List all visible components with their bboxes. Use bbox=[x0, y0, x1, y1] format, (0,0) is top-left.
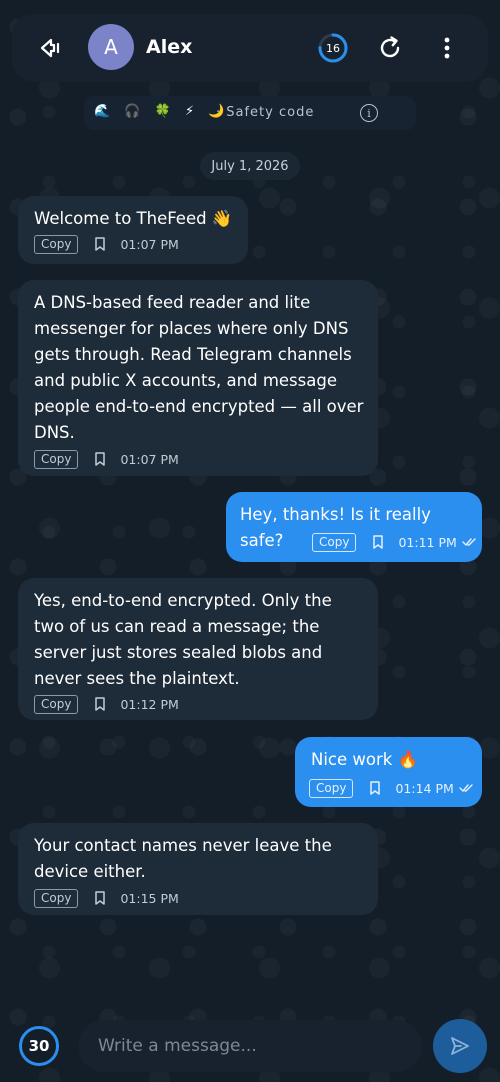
avatar-letter: A bbox=[104, 35, 118, 59]
copy-button[interactable]: Copy bbox=[34, 234, 79, 254]
message-bubble: Welcome to TheFeed 👋 Copy 01:07 PM bbox=[18, 196, 248, 264]
copy-button[interactable]: Copy bbox=[309, 778, 354, 798]
composer-counter[interactable]: 30 bbox=[18, 1025, 60, 1067]
message-bubble: Yes, end-to-end encrypted. Only the two … bbox=[18, 578, 378, 720]
bookmark-icon[interactable] bbox=[94, 891, 106, 905]
message-meta: Copy 01:12 PM bbox=[34, 694, 179, 714]
message-bubble: A DNS-based feed reader and lite messeng… bbox=[18, 280, 378, 476]
message-time: 01:15 PM bbox=[120, 890, 179, 906]
bookmark-icon[interactable] bbox=[369, 781, 381, 795]
chat-header: A Alex 16 bbox=[12, 14, 488, 82]
safety-code-bar[interactable]: 🌊 🎧 🍀 ⚡ 🌙 · Safety code i bbox=[84, 96, 416, 130]
message-text: Nice work 🔥 bbox=[311, 750, 419, 769]
send-icon bbox=[451, 1037, 469, 1055]
message-bubble: Nice work 🔥 Copy 01:14 PM bbox=[295, 737, 482, 807]
message-meta: Copy 01:14 PM bbox=[309, 778, 475, 798]
double-check-icon bbox=[462, 537, 478, 547]
bookmark-icon[interactable] bbox=[372, 535, 384, 549]
message-time: 01:14 PM bbox=[395, 780, 454, 796]
copy-button[interactable]: Copy bbox=[312, 532, 357, 552]
bookmark-icon[interactable] bbox=[94, 697, 106, 711]
message-meta: Copy 01:07 PM bbox=[34, 449, 179, 469]
back-button[interactable] bbox=[36, 34, 64, 62]
message-meta: Copy 01:15 PM bbox=[34, 888, 179, 908]
refresh-button[interactable] bbox=[376, 34, 404, 62]
message-time: 01:12 PM bbox=[120, 696, 179, 712]
back-arrow-icon bbox=[40, 38, 60, 58]
copy-button[interactable]: Copy bbox=[34, 888, 79, 908]
refresh-icon bbox=[380, 36, 400, 58]
message-time: 01:07 PM bbox=[120, 451, 179, 467]
send-button[interactable] bbox=[433, 1019, 487, 1073]
header-counter[interactable]: 16 bbox=[318, 33, 348, 63]
message-text: A DNS-based feed reader and lite messeng… bbox=[34, 293, 364, 442]
contact-name[interactable]: Alex bbox=[146, 36, 192, 58]
safety-emojis: 🌊 🎧 🍀 ⚡ 🌙 bbox=[94, 104, 230, 119]
header-counter-value: 16 bbox=[326, 41, 340, 55]
vertical-dots-icon bbox=[444, 37, 450, 59]
message-text: Your contact names never leave the devic… bbox=[34, 836, 332, 881]
message-input[interactable] bbox=[78, 1020, 422, 1072]
more-options-button[interactable] bbox=[436, 34, 458, 62]
message-text: Welcome to TheFeed 👋 bbox=[34, 209, 233, 228]
message-meta: Copy 01:11 PM bbox=[312, 532, 478, 552]
message-meta: Copy 01:07 PM bbox=[34, 234, 179, 254]
composer-counter-value: 30 bbox=[28, 1037, 50, 1055]
bookmark-icon[interactable] bbox=[94, 452, 106, 466]
copy-button[interactable]: Copy bbox=[34, 694, 79, 714]
safety-code-label: · Safety code bbox=[216, 105, 315, 120]
double-check-icon bbox=[459, 783, 475, 793]
message-time: 01:07 PM bbox=[120, 236, 179, 252]
bookmark-icon[interactable] bbox=[94, 237, 106, 251]
message-text: Yes, end-to-end encrypted. Only the two … bbox=[34, 591, 332, 688]
copy-button[interactable]: Copy bbox=[34, 449, 79, 469]
date-separator: July 1, 2026 bbox=[200, 152, 300, 180]
avatar[interactable]: A bbox=[88, 24, 134, 70]
message-bubble: Your contact names never leave the devic… bbox=[18, 823, 378, 915]
message-time: 01:11 PM bbox=[398, 534, 457, 550]
message-bubble: Hey, thanks! Is it really safe? Copy 01:… bbox=[226, 492, 482, 562]
info-icon[interactable]: i bbox=[360, 104, 378, 122]
